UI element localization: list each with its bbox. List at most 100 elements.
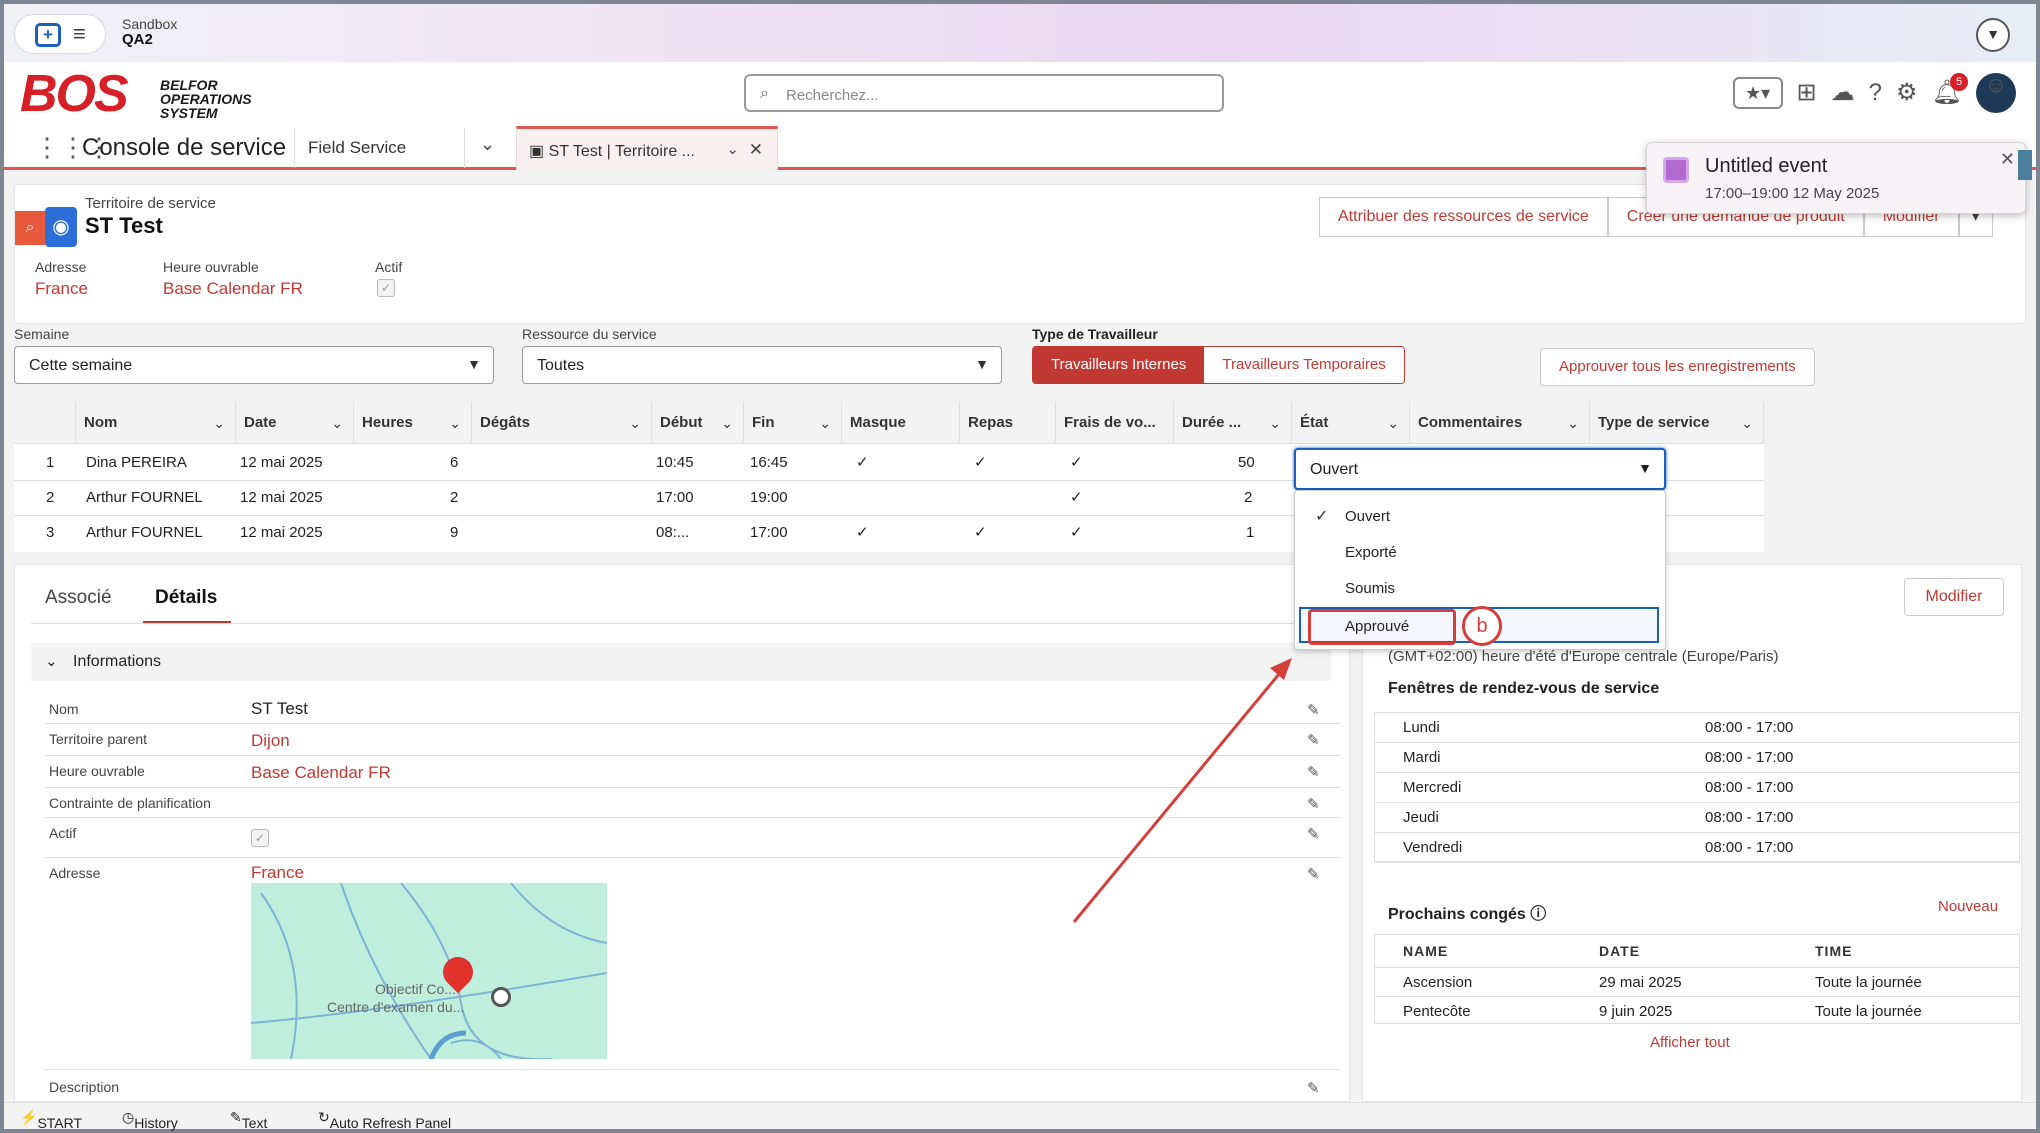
table-header-date[interactable]: Date ⌄	[236, 402, 354, 444]
table-header-commentaires[interactable]: Commentaires ⌄	[1410, 402, 1590, 444]
event-toast[interactable]: Untitled event 17:00–19:00 12 May 2025 ✕	[1646, 142, 2026, 214]
app-switcher[interactable]: + ≡	[14, 14, 106, 54]
pencil-icon[interactable]: ✎	[1307, 763, 1320, 781]
global-search[interactable]: ⌕ Recherchez...	[744, 74, 1224, 112]
nav-item-field-service[interactable]: Field Service	[308, 138, 406, 158]
bell-icon[interactable]: 🔔︎ 5	[1932, 73, 1968, 105]
table-header-etat[interactable]: État ⌄	[1292, 402, 1410, 444]
pencil-icon[interactable]: ✎	[1307, 865, 1320, 883]
notification-badge: 5	[1950, 73, 1968, 91]
field-value-parent[interactable]: Dijon	[251, 731, 290, 751]
poi-icon[interactable]	[491, 987, 511, 1007]
pencil-icon[interactable]: ✎	[1307, 825, 1320, 843]
option-soumis[interactable]: Soumis	[1295, 571, 1667, 607]
section-informations[interactable]: ⌄ Informations	[31, 643, 1331, 681]
utility-search-icon[interactable]: ⌕	[15, 211, 45, 245]
assign-resources-button[interactable]: Attribuer des ressources de service	[1319, 197, 1608, 237]
utility-auto-refresh[interactable]: ↻ Auto Refresh Panel	[318, 1109, 451, 1131]
utility-text[interactable]: ✎ Text	[230, 1109, 267, 1131]
chevron-down-icon[interactable]: ⌄	[480, 134, 495, 155]
hours: 08:00 - 17:00	[1705, 839, 1794, 856]
utility-history[interactable]: ◷ History	[122, 1109, 178, 1131]
section-title: Informations	[73, 653, 162, 670]
utility-start[interactable]: ⚡ START	[20, 1109, 82, 1131]
chevron-down-icon[interactable]: ⌄	[331, 402, 343, 443]
chevron-down-icon[interactable]: ⌄	[449, 402, 461, 443]
table-header-duree[interactable]: Durée ... ⌄	[1174, 402, 1292, 444]
record-type: Territoire de service	[85, 195, 216, 212]
show-all-link[interactable]: Afficher tout	[1650, 1034, 1730, 1051]
add-icon[interactable]: ⊞	[1797, 81, 1817, 105]
chevron-down-icon[interactable]: ⌄	[721, 402, 733, 443]
cell-date: 12 mai 2025	[240, 489, 323, 506]
option-exporte[interactable]: Exporté	[1295, 535, 1667, 571]
pencil-icon[interactable]: ✎	[1307, 1079, 1320, 1097]
trailhead-icon[interactable]: ☁	[1831, 81, 1855, 105]
close-icon[interactable]: ✕	[749, 140, 763, 160]
help-icon[interactable]: ?	[1869, 81, 1882, 105]
chevron-down-icon[interactable]: ⌄	[819, 402, 831, 443]
cell-fin: 19:00	[750, 489, 788, 506]
internal-workers-button[interactable]: Travailleurs Internes	[1033, 347, 1205, 383]
resource-select[interactable]: Toutes ▼	[522, 346, 1002, 384]
pencil-icon[interactable]: ✎	[1307, 731, 1320, 749]
etat-select[interactable]: Ouvert ▼	[1294, 448, 1666, 490]
chevron-down-icon[interactable]: ⌄	[1567, 402, 1579, 443]
option-label: Ouvert	[1345, 508, 1391, 525]
chevron-down-icon[interactable]: ⌄	[1741, 402, 1753, 443]
holiday-time: Toute la journée	[1815, 974, 1922, 991]
field-divider	[45, 755, 1341, 756]
table-header-frais[interactable]: Frais de vo...	[1056, 402, 1174, 444]
chevron-down-icon[interactable]: ▼	[1976, 18, 2010, 52]
tab-details[interactable]: Détails	[155, 587, 217, 609]
side-panel-handle[interactable]	[2018, 150, 2032, 180]
app-name: Console de service	[82, 134, 287, 161]
field-label: Contrainte de planification	[49, 795, 211, 811]
approve-all-button[interactable]: Approuver tous les enregistrements	[1540, 348, 1815, 386]
field-value-heure-ouvrable[interactable]: Base Calendar FR	[163, 279, 303, 299]
gear-icon[interactable]: ⚙	[1896, 81, 1918, 105]
menu-icon[interactable]: ≡	[73, 23, 86, 45]
table-header-degats[interactable]: Dégâts ⌄	[472, 402, 652, 444]
field-value-heure-ouvrable[interactable]: Base Calendar FR	[251, 763, 391, 783]
actif-checkbox: ✓	[377, 279, 395, 297]
tab-associe[interactable]: Associé	[45, 587, 112, 609]
week-value: Cette semaine	[29, 357, 133, 374]
table-header-nom[interactable]: Nom ⌄	[76, 402, 236, 444]
field-value-adresse[interactable]: France	[35, 279, 88, 299]
header-label: Début	[660, 414, 703, 431]
pencil-icon[interactable]: ✎	[1307, 795, 1320, 813]
app-icon[interactable]: +	[35, 23, 61, 47]
table-header-fin[interactable]: Fin ⌄	[744, 402, 842, 444]
avatar[interactable]: ☺	[1976, 73, 2016, 113]
cell-heures: 2	[450, 489, 459, 506]
header-label: Masque	[850, 414, 906, 431]
address-map[interactable]: Objectif Co... Centre d'examen du...	[251, 883, 607, 1059]
table-header-debut[interactable]: Début ⌄	[652, 402, 744, 444]
field-value-adresse[interactable]: France	[251, 863, 304, 883]
field-divider	[45, 1069, 1341, 1070]
table-header-masque[interactable]: Masque	[842, 402, 960, 444]
temp-workers-button[interactable]: Travailleurs Temporaires	[1204, 347, 1404, 383]
week-select[interactable]: Cette semaine ▼	[14, 346, 494, 384]
pencil-icon[interactable]: ✎	[1307, 701, 1320, 719]
table-header-repas[interactable]: Repas	[960, 402, 1056, 444]
favorites-icon[interactable]: ★▾	[1732, 77, 1783, 109]
table-header-heures[interactable]: Heures ⌄	[354, 402, 472, 444]
chevron-down-icon[interactable]: ⌄	[629, 402, 641, 443]
table-header-type-service[interactable]: Type de service ⌄	[1590, 402, 1764, 444]
chevron-down-icon[interactable]: ⌄	[726, 140, 739, 158]
utility-label: Text	[241, 1115, 268, 1131]
nav-divider	[464, 128, 465, 168]
new-holiday-link[interactable]: Nouveau	[1938, 898, 1998, 915]
close-icon[interactable]: ✕	[2000, 149, 2015, 170]
table-row: Pentecôte 9 juin 2025 Toute la journée	[1375, 997, 2019, 1027]
info-icon[interactable]: ⓘ	[1530, 906, 1546, 923]
chevron-down-icon[interactable]: ⌄	[1269, 402, 1281, 443]
chevron-down-icon[interactable]: ⌄	[213, 402, 225, 443]
chevron-down-icon[interactable]: ⌄	[1387, 402, 1399, 443]
cell-repas: ✓	[974, 524, 987, 541]
workspace-tab[interactable]: ▣ ST Test | Territoire ... ⌄ ✕	[516, 126, 778, 170]
option-ouvert[interactable]: ✓ Ouvert	[1295, 499, 1667, 535]
modify-button[interactable]: Modifier	[1904, 578, 2004, 616]
